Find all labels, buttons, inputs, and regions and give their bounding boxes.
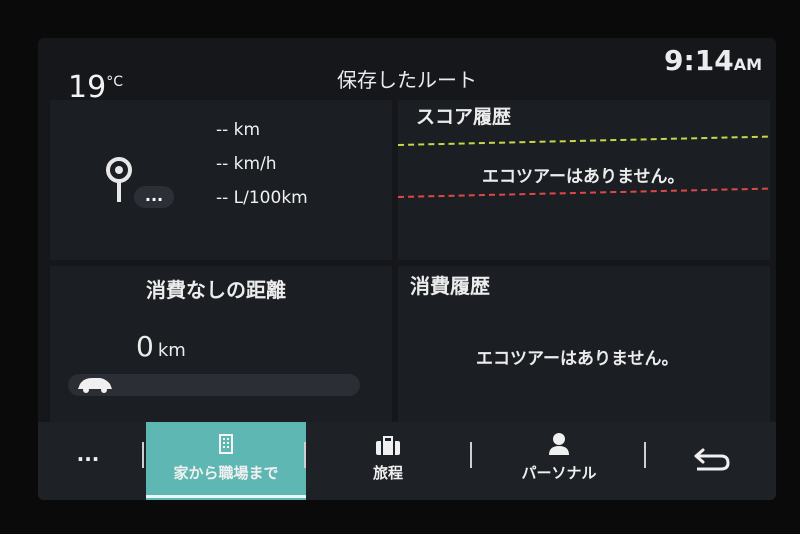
trip-consumption: -- L/100km	[216, 188, 308, 208]
nav-more-label: ...	[76, 442, 100, 466]
consumption-history-title: 消費履歴	[410, 274, 490, 298]
no-consumption-distance-value: 0 km	[136, 330, 186, 363]
person-icon	[549, 433, 569, 455]
nav-more-button[interactable]: ...	[38, 422, 138, 500]
tab-personal-label: パーソナル	[521, 464, 597, 482]
tab-trip-label: 旅程	[372, 464, 403, 482]
nav-divider	[644, 442, 646, 468]
car-icon	[78, 378, 112, 393]
back-button[interactable]	[648, 422, 776, 500]
no-consumption-distance-title: 消費なしの距離	[146, 278, 286, 302]
nav-divider	[304, 442, 306, 468]
map-pin-icon	[106, 157, 132, 202]
trip-speed: -- km/h	[216, 154, 277, 174]
back-arrow-icon	[694, 448, 730, 471]
luggage-icon	[376, 436, 400, 455]
trip-distance: -- km	[216, 120, 261, 140]
bottom-navigation: ... 家から職場まで 旅程 パーソナル	[38, 422, 776, 500]
tab-trip[interactable]: 旅程	[308, 422, 468, 500]
nav-divider	[142, 442, 144, 468]
tab-personal[interactable]: パーソナル	[474, 422, 644, 500]
consumption-history-empty: エコツアーはありません。	[476, 349, 679, 369]
screen: 19°C 保存したルート 9:14AM ... -- km -- km/h --…	[38, 38, 776, 500]
clock: 9:14AM	[664, 44, 762, 77]
score-history-empty: エコツアーはありません。	[482, 167, 685, 187]
more-options-button[interactable]: ...	[134, 186, 174, 208]
score-history-title: スコア履歴	[416, 106, 512, 128]
tab-home-to-work-label: 家から職場まで	[173, 464, 279, 482]
nav-divider	[470, 442, 472, 468]
building-icon	[219, 434, 233, 454]
tab-home-to-work[interactable]: 家から職場まで	[146, 422, 306, 500]
